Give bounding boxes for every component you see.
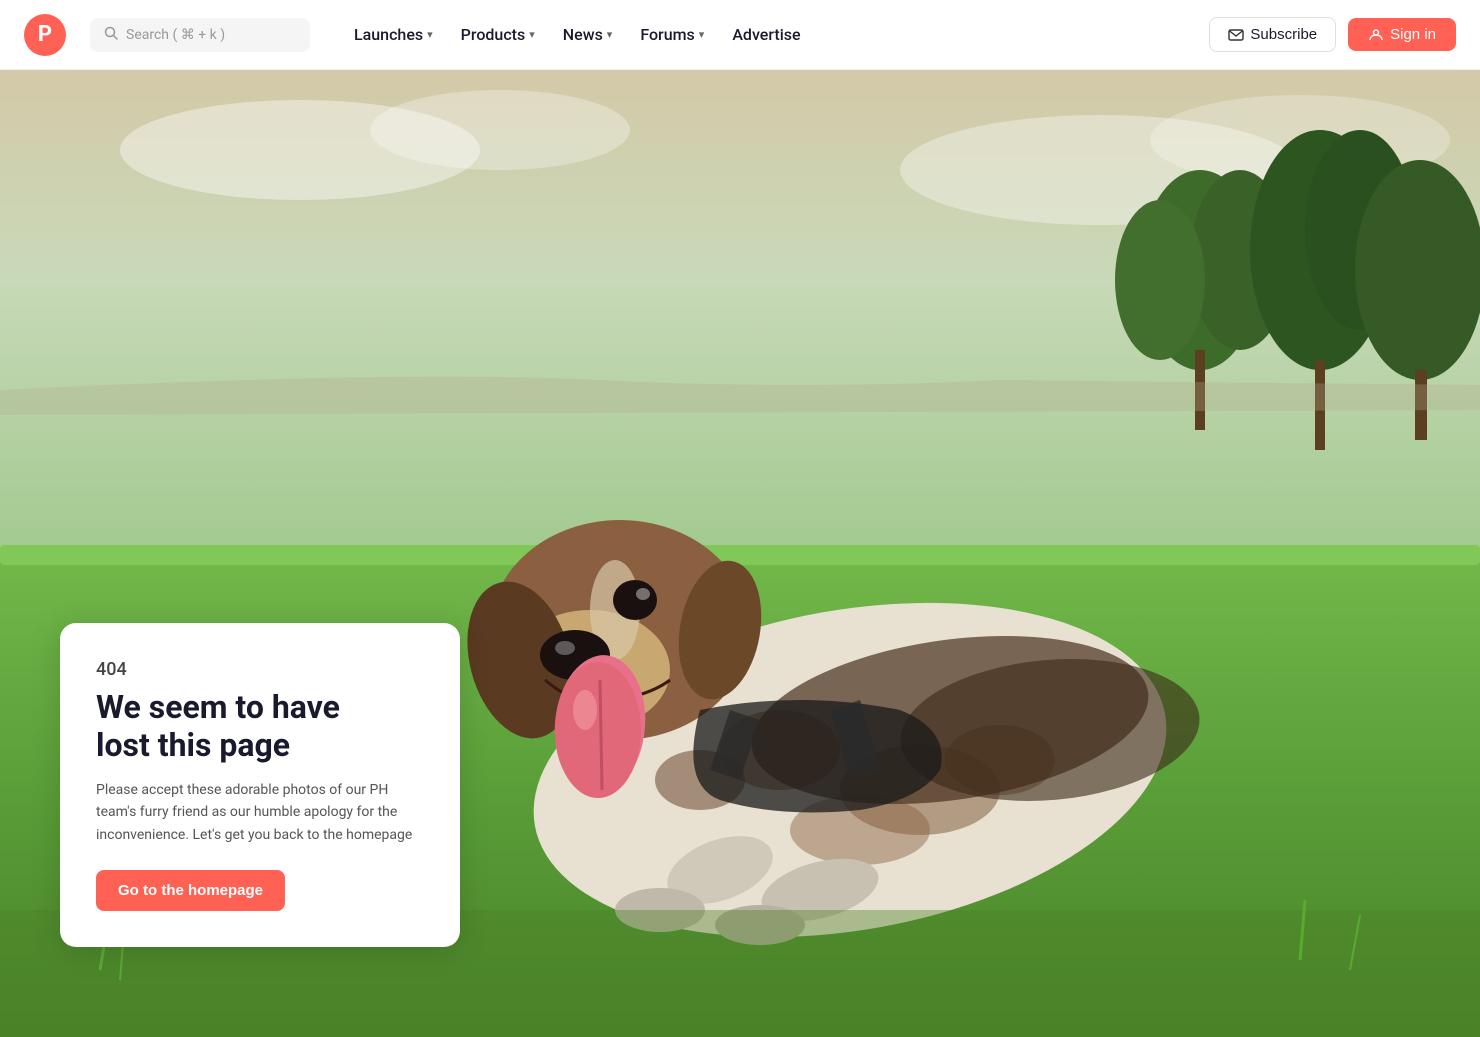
header-actions: Subscribe Sign in: [1209, 17, 1456, 52]
chevron-down-icon: ▾: [529, 28, 535, 41]
subscribe-button[interactable]: Subscribe: [1209, 17, 1336, 52]
nav-advertise[interactable]: Advertise: [720, 17, 812, 52]
nav-products[interactable]: Products ▾: [449, 17, 547, 52]
error-card: 404 We seem to have lost this page Pleas…: [60, 623, 460, 947]
chevron-down-icon: ▾: [427, 28, 433, 41]
email-icon: [1228, 27, 1244, 43]
nav-launches[interactable]: Launches ▾: [342, 17, 445, 52]
error-description: Please accept these adorable photos of o…: [96, 779, 424, 846]
logo-mark: P: [24, 14, 66, 56]
error-title: We seem to have lost this page: [96, 688, 424, 765]
search-bar[interactable]: Search ( ⌘ + k ): [90, 18, 310, 52]
main-nav: Launches ▾ Products ▾ News ▾ Forums ▾ Ad…: [342, 17, 1193, 52]
signin-icon: [1368, 27, 1384, 43]
go-to-homepage-button[interactable]: Go to the homepage: [96, 870, 285, 911]
search-icon: [104, 26, 118, 44]
chevron-down-icon: ▾: [607, 28, 613, 41]
nav-forums[interactable]: Forums ▾: [628, 17, 716, 52]
header: P Search ( ⌘ + k ) Launches ▾ Products ▾…: [0, 0, 1480, 70]
logo[interactable]: P: [24, 14, 66, 56]
error-code: 404: [96, 659, 424, 680]
nav-news[interactable]: News ▾: [551, 17, 625, 52]
search-placeholder-text: Search ( ⌘ + k ): [126, 27, 225, 43]
signin-button[interactable]: Sign in: [1348, 18, 1456, 51]
chevron-down-icon: ▾: [699, 28, 705, 41]
